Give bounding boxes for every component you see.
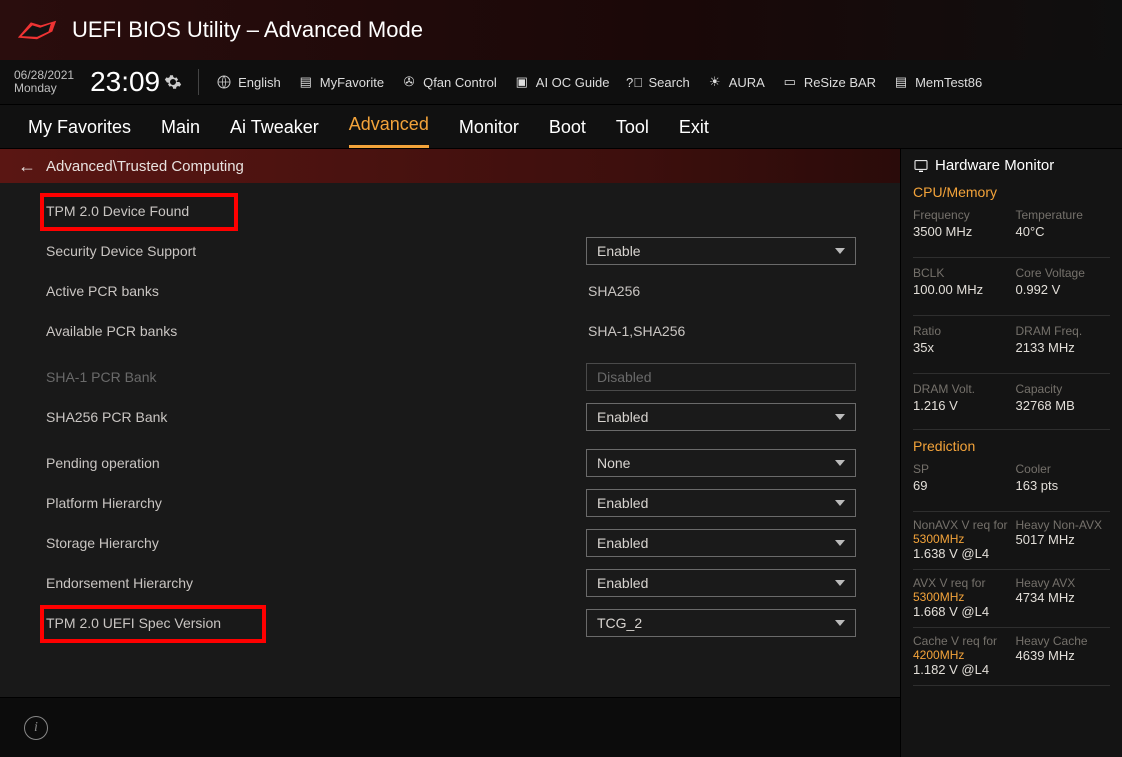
day: Monday [14, 82, 74, 95]
resizebar-button[interactable]: ▭ ReSize BAR [781, 75, 876, 90]
pred-value: 1.668 V @L4 [913, 604, 1008, 619]
chevron-down-icon [835, 500, 845, 506]
qfan-button[interactable]: ✇ Qfan Control [400, 75, 497, 90]
tab-my-favorites[interactable]: My Favorites [28, 117, 131, 148]
hw-label: BCLK [913, 266, 1008, 280]
chevron-down-icon [835, 580, 845, 586]
setting-select[interactable]: TCG_2 [586, 609, 856, 637]
hw-value: 32768 MB [1016, 398, 1111, 413]
pred-right-value: 4734 MHz [1016, 590, 1111, 605]
chip-icon: ▣ [513, 75, 531, 89]
back-arrow-icon[interactable]: ← [18, 156, 36, 177]
hw-label: Frequency [913, 208, 1008, 222]
hw-label: DRAM Volt. [913, 382, 1008, 396]
hw-value: 40°C [1016, 224, 1111, 239]
cooler-value: 163 pts [1016, 478, 1111, 493]
breadcrumb: Advanced\Trusted Computing [46, 158, 244, 175]
pred-label: AVX V req for 5300MHz [913, 576, 1008, 604]
aura-icon: ☀ [706, 75, 724, 89]
setting-label: Storage Hierarchy [46, 535, 586, 551]
tab-exit[interactable]: Exit [679, 117, 709, 148]
setting-label: Platform Hierarchy [46, 495, 586, 511]
resize-icon: ▭ [781, 75, 799, 89]
time: 23:09 [90, 66, 160, 98]
setting-label: Pending operation [46, 455, 586, 471]
pred-right-label: Heavy Cache [1016, 634, 1111, 648]
setting-label: Available PCR banks [46, 323, 586, 339]
tab-boot[interactable]: Boot [549, 117, 586, 148]
setting-disabled: Disabled [586, 363, 856, 391]
tab-ai-tweaker[interactable]: Ai Tweaker [230, 117, 319, 148]
setting-readonly: SHA256 [586, 283, 856, 299]
hw-label: Temperature [1016, 208, 1111, 222]
pred-right-value: 4639 MHz [1016, 648, 1111, 663]
setting-label: SHA-1 PCR Bank [46, 369, 586, 385]
chevron-down-icon [835, 460, 845, 466]
setting-label: Endorsement Hierarchy [46, 575, 586, 591]
gear-icon[interactable] [164, 66, 182, 98]
search-icon: ?⃞ [625, 75, 643, 89]
date-block: 06/28/2021 Monday [14, 69, 74, 95]
chevron-down-icon [835, 620, 845, 626]
chevron-down-icon [835, 540, 845, 546]
setting-select[interactable]: Enable [586, 237, 856, 265]
fan-icon: ✇ [400, 75, 418, 89]
setting-label: Security Device Support [46, 243, 586, 259]
page-title: UEFI BIOS Utility – Advanced Mode [72, 17, 423, 43]
myfavorite-button[interactable]: ▤ MyFavorite [297, 75, 384, 90]
setting-readonly: SHA-1,SHA256 [586, 323, 856, 339]
setting-select[interactable]: None [586, 449, 856, 477]
setting-label: Active PCR banks [46, 283, 586, 299]
tab-monitor[interactable]: Monitor [459, 117, 519, 148]
hw-label: DRAM Freq. [1016, 324, 1111, 338]
tab-tool[interactable]: Tool [616, 117, 649, 148]
memtest-button[interactable]: ▤ MemTest86 [892, 75, 982, 90]
pred-value: 1.182 V @L4 [913, 662, 1008, 677]
setting-label: TPM 2.0 UEFI Spec Version [46, 615, 586, 631]
setting-select[interactable]: Enabled [586, 529, 856, 557]
setting-select[interactable]: Enabled [586, 569, 856, 597]
sp-value: 69 [913, 478, 1008, 493]
bookmark-icon: ▤ [297, 75, 315, 89]
hw-value: 1.216 V [913, 398, 1008, 413]
rog-logo [14, 15, 60, 45]
hw-value: 35x [913, 340, 1008, 355]
hw-value: 0.992 V [1016, 282, 1111, 297]
chevron-down-icon [835, 414, 845, 420]
setting-select[interactable]: Enabled [586, 403, 856, 431]
search-button[interactable]: ?⃞ Search [625, 75, 689, 90]
cooler-label: Cooler [1016, 462, 1111, 476]
hw-label: Ratio [913, 324, 1008, 338]
pred-right-label: Heavy AVX [1016, 576, 1111, 590]
setting-select[interactable]: Enabled [586, 489, 856, 517]
hw-value: 3500 MHz [913, 224, 1008, 239]
tab-advanced[interactable]: Advanced [349, 114, 429, 148]
chevron-down-icon [835, 248, 845, 254]
cpu-memory-section: CPU/Memory [913, 184, 1110, 200]
prediction-section: Prediction [913, 438, 1110, 454]
aiocguide-button[interactable]: ▣ AI OC Guide [513, 75, 610, 90]
hw-label: Core Voltage [1016, 266, 1111, 280]
memtest-icon: ▤ [892, 75, 910, 89]
hw-value: 100.00 MHz [913, 282, 1008, 297]
sp-label: SP [913, 462, 1008, 476]
clock: 23:09 [90, 66, 182, 98]
hwmon-title: Hardware Monitor [913, 157, 1110, 174]
pred-value: 1.638 V @L4 [913, 546, 1008, 561]
pred-label: NonAVX V req for 5300MHz [913, 518, 1008, 546]
hw-label: Capacity [1016, 382, 1111, 396]
hw-value: 2133 MHz [1016, 340, 1111, 355]
language-selector[interactable]: English [215, 75, 281, 90]
pred-right-label: Heavy Non-AVX [1016, 518, 1111, 532]
pred-right-value: 5017 MHz [1016, 532, 1111, 547]
globe-icon [215, 75, 233, 89]
info-icon[interactable]: i [24, 716, 48, 740]
pred-label: Cache V req for 4200MHz [913, 634, 1008, 662]
setting-label: SHA256 PCR Bank [46, 409, 586, 425]
tpm-found-label: TPM 2.0 Device Found [46, 203, 586, 219]
tab-main[interactable]: Main [161, 117, 200, 148]
aura-button[interactable]: ☀ AURA [706, 75, 765, 90]
